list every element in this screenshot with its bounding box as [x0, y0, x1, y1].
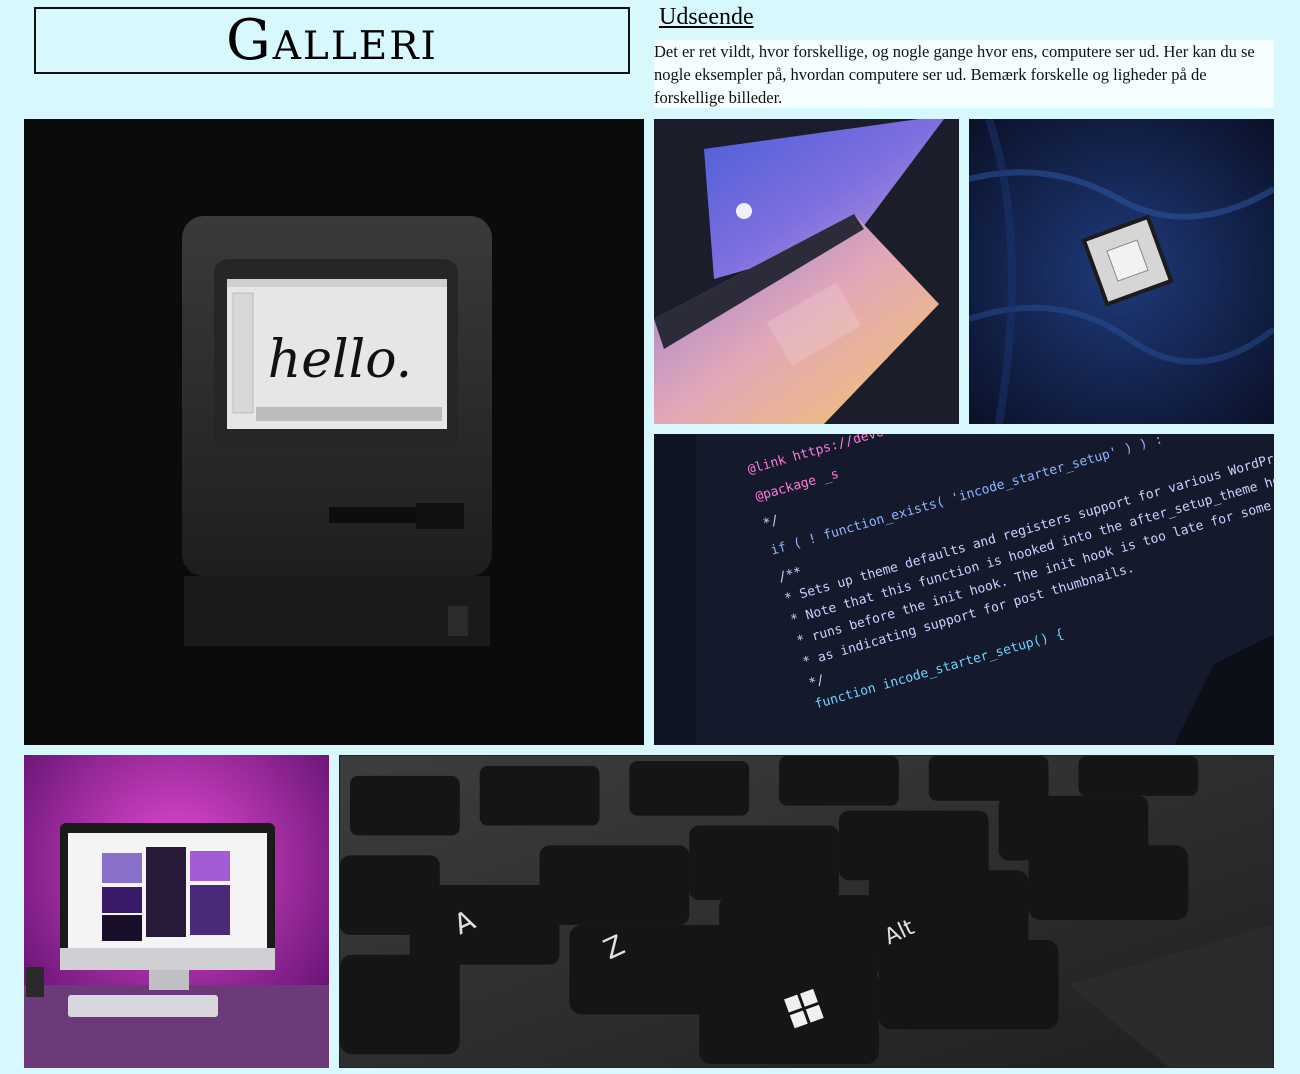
section-heading: Udseende — [659, 4, 754, 30]
page-title: Galleri — [226, 7, 438, 73]
mac-screen-text: hello. — [268, 330, 412, 390]
photo-classic-mac: hello. — [24, 119, 644, 745]
photo-cpu-chip — [969, 119, 1274, 424]
photo-imac-pink — [24, 755, 329, 1068]
photo-keyboard: A Z Alt — [339, 755, 1274, 1068]
apple-logo-icon — [736, 203, 752, 219]
photo-code-screen: @link https://devel @package _s */ if ( … — [654, 434, 1274, 745]
gallery-title-box: Galleri — [34, 7, 630, 74]
photo-macbook — [654, 119, 959, 424]
section-description: Det er ret vildt, hvor forskellige, og n… — [654, 40, 1274, 108]
